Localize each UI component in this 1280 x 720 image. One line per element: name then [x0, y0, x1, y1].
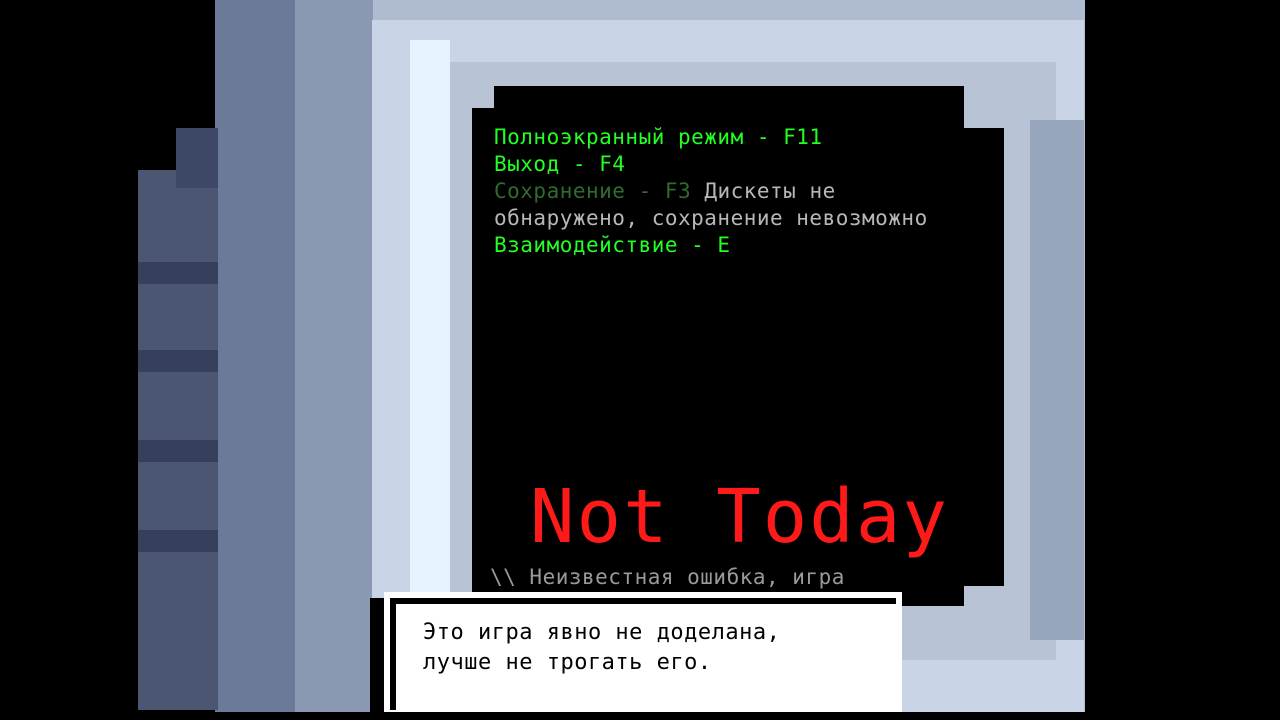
control-save-row: Сохранение - F3 Дискеты не [494, 178, 836, 205]
control-interact: Взаимодействие - E [494, 233, 731, 257]
screen-corner [472, 86, 494, 108]
error-message: \\ Неизвестная ошибка, игра [490, 565, 845, 589]
game-title: Not Today [530, 474, 949, 560]
monitor-side-band [138, 440, 218, 462]
screen-corner [964, 586, 1004, 606]
control-save-disabled: Сохранение - F3 [494, 179, 692, 203]
monitor-side-column-top [176, 128, 218, 188]
save-note-continued: обнаружено, сохранение невозможно [494, 206, 928, 230]
monitor-side-band [138, 350, 218, 372]
monitor-side-band [138, 530, 218, 552]
monitor-side-shade [295, 0, 373, 720]
control-fullscreen: Полноэкранный режим - F11 [494, 125, 823, 149]
dialog-text: Это игра явно не доделана, лучше не трог… [423, 618, 780, 678]
bottom-bar [0, 712, 1280, 720]
monitor-bezel-highlight [410, 40, 450, 660]
monitor-side-shade [215, 0, 295, 720]
monitor-side-band [138, 262, 218, 284]
save-note: Дискеты не [704, 179, 836, 203]
dialog-line-1: Это игра явно не доделана, [423, 620, 781, 645]
control-exit: Выход - F4 [494, 152, 626, 176]
dialog-line-2: лучше не трогать его. [423, 650, 712, 675]
screen-corner [964, 86, 1004, 128]
monitor-bezel-shadow [1030, 120, 1084, 640]
